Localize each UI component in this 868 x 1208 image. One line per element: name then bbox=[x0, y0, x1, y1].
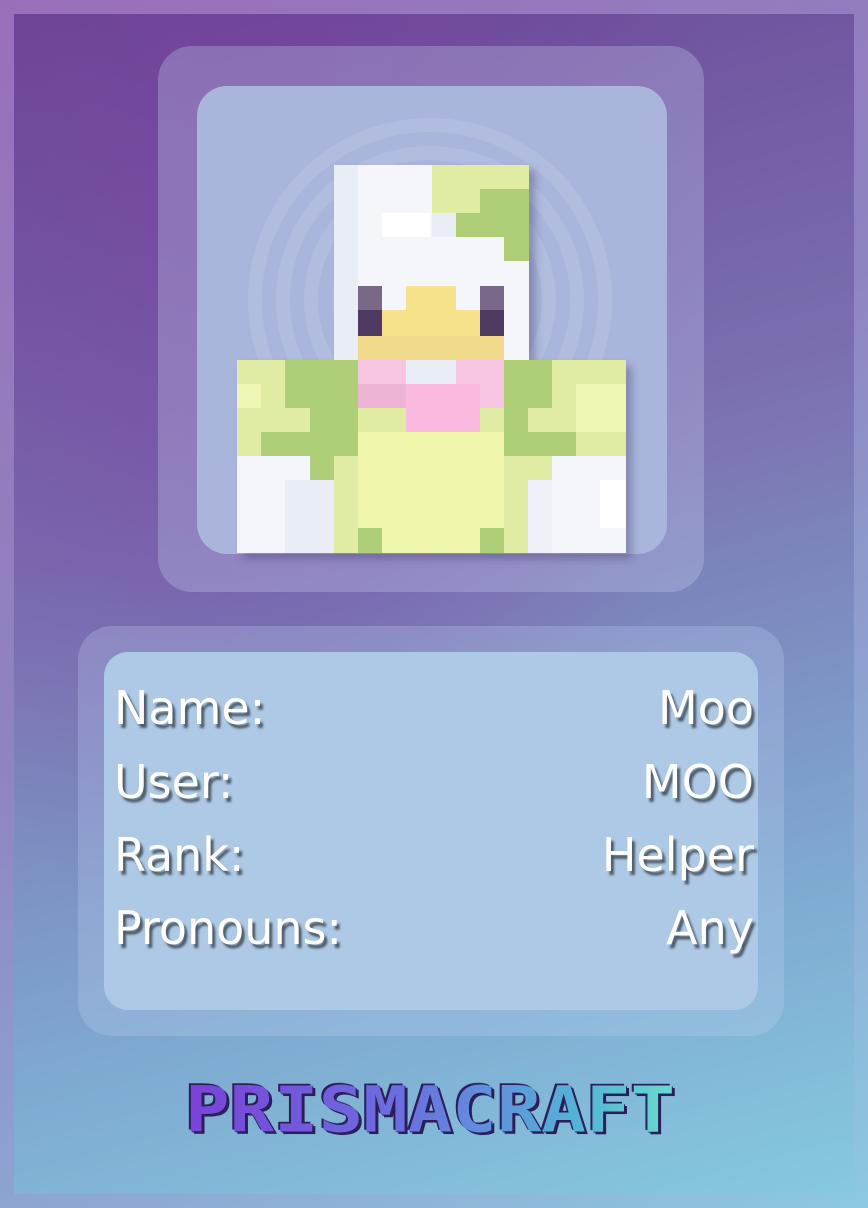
info-label: User: bbox=[114, 755, 234, 809]
info-value: Any bbox=[666, 901, 754, 955]
info-row-rank: Rank: Helper bbox=[114, 825, 754, 885]
info-row-pronouns: Pronouns: Any bbox=[114, 898, 754, 958]
skin-eye-right bbox=[480, 286, 504, 310]
prismacraft-logo: PRISMACRAFT bbox=[170, 1079, 690, 1142]
info-value: MOO bbox=[641, 755, 754, 809]
info-value: Helper bbox=[601, 828, 754, 882]
profile-card: Name: Moo User: MOO Rank: Helper Pronoun… bbox=[0, 0, 868, 1208]
info-label: Name: bbox=[114, 681, 266, 735]
info-label: Rank: bbox=[114, 828, 245, 882]
info-value: Moo bbox=[658, 681, 754, 735]
info-row-name: Name: Moo bbox=[114, 678, 754, 738]
info-row-user: User: MOO bbox=[114, 752, 754, 812]
skin-beak bbox=[406, 286, 456, 310]
skin-eye-left bbox=[358, 286, 382, 310]
info-label: Pronouns: bbox=[114, 901, 343, 955]
